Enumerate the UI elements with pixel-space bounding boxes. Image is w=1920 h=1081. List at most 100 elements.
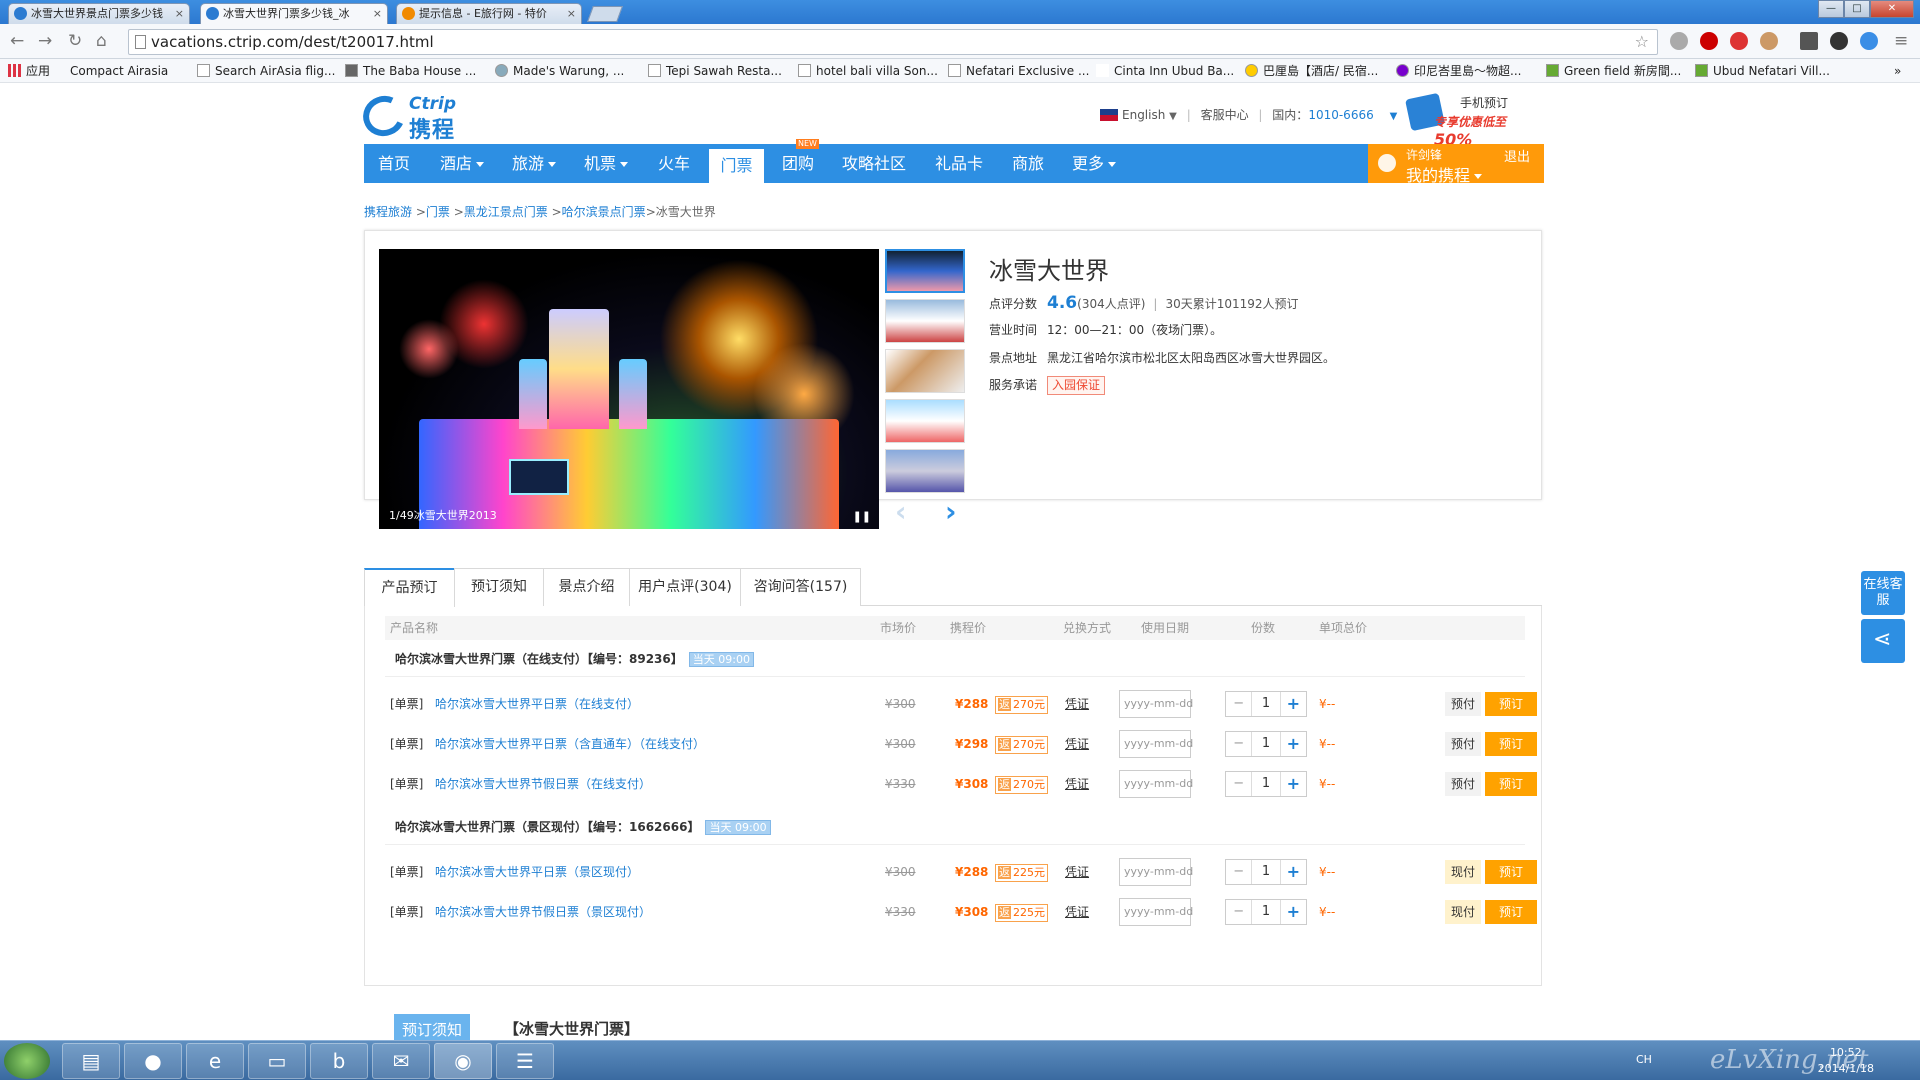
- minus-icon[interactable]: −: [1226, 860, 1251, 884]
- book-button[interactable]: 预订: [1485, 772, 1537, 796]
- language-selector[interactable]: English ▼: [1100, 108, 1177, 122]
- product-name-link[interactable]: 哈尔滨冰雪大世界节假日票（在线支付）: [435, 768, 651, 800]
- product-name-link[interactable]: 哈尔滨冰雪大世界平日票（在线支付）: [435, 688, 639, 720]
- more-bookmarks-icon[interactable]: »: [1894, 63, 1901, 79]
- bookmark-item[interactable]: 巴厘島【酒店/ 民宿...: [1245, 63, 1378, 79]
- bookmark-item[interactable]: Search AirAsia flig...: [197, 63, 335, 79]
- logout-link[interactable]: 退出: [1504, 146, 1530, 165]
- plus-icon[interactable]: +: [1281, 692, 1306, 716]
- online-service-button[interactable]: 在线客服: [1861, 571, 1905, 615]
- clock[interactable]: 10:52 2014/1/18: [1818, 1045, 1874, 1077]
- date-input[interactable]: yyyy-mm-dd: [1119, 858, 1193, 886]
- tab-intro[interactable]: 景点介绍: [543, 568, 630, 606]
- app-icon[interactable]: ▭: [248, 1043, 306, 1079]
- voucher-link[interactable]: 凭证: [1065, 768, 1089, 800]
- nav-more[interactable]: 更多: [1072, 144, 1117, 183]
- browser-tab[interactable]: 提示信息 - E旅行网 - 特价 ×: [396, 3, 582, 24]
- forward-icon[interactable]: →: [38, 32, 52, 50]
- minus-icon[interactable]: −: [1226, 772, 1251, 796]
- review-count-link[interactable]: (304人点评): [1077, 297, 1145, 311]
- nav-community[interactable]: 攻略社区: [842, 144, 906, 183]
- close-tab-icon[interactable]: ×: [175, 4, 184, 23]
- bookmark-star-icon[interactable]: ☆: [1635, 30, 1649, 54]
- app-icon[interactable]: ✉: [372, 1043, 430, 1079]
- breadcrumb-link[interactable]: 门票: [426, 205, 450, 219]
- start-button[interactable]: [4, 1043, 50, 1079]
- minus-icon[interactable]: −: [1226, 692, 1251, 716]
- nav-flights[interactable]: 机票: [584, 144, 629, 183]
- plus-icon[interactable]: +: [1281, 732, 1306, 756]
- bookmark-apps[interactable]: 应用: [8, 63, 50, 79]
- minus-icon[interactable]: −: [1226, 900, 1251, 924]
- product-name-link[interactable]: 哈尔滨冰雪大世界节假日票（景区现付）: [435, 896, 651, 928]
- bookmark-item[interactable]: Tepi Sawah Resta...: [648, 63, 782, 79]
- address-bar[interactable]: vacations.ctrip.com/dest/t20017.html ☆: [128, 29, 1658, 55]
- date-input[interactable]: yyyy-mm-dd: [1119, 730, 1193, 758]
- minus-icon[interactable]: −: [1226, 732, 1251, 756]
- nav-train[interactable]: 火车: [658, 144, 690, 183]
- voucher-link[interactable]: 凭证: [1065, 896, 1089, 928]
- breadcrumb-link[interactable]: 携程旅游: [364, 205, 412, 219]
- home-icon[interactable]: ⌂: [96, 32, 107, 50]
- voucher-link[interactable]: 凭证: [1065, 728, 1089, 760]
- chevron-down-icon[interactable]: ▼: [1390, 111, 1398, 122]
- browser-tab-active[interactable]: 冰雪大世界门票多少钱_冰 ×: [200, 3, 388, 24]
- plus-icon[interactable]: +: [1281, 860, 1306, 884]
- share-button[interactable]: ⋖: [1861, 619, 1905, 663]
- bookmark-item[interactable]: Compact Airasia: [70, 63, 168, 79]
- tab-qa[interactable]: 咨询问答(157): [740, 568, 861, 606]
- app-icon[interactable]: ●: [124, 1043, 182, 1079]
- pause-icon[interactable]: ❚❚: [853, 510, 871, 523]
- close-window-button[interactable]: ✕: [1870, 0, 1914, 18]
- product-name-link[interactable]: 哈尔滨冰雪大世界平日票（含直通车）（在线支付）: [435, 728, 705, 760]
- notice-section-tab[interactable]: 预订须知: [394, 1014, 470, 1040]
- book-button[interactable]: 预订: [1485, 732, 1537, 756]
- nav-home[interactable]: 首页: [378, 144, 410, 183]
- bookmark-item[interactable]: Made's Warung, ...: [495, 63, 624, 79]
- date-input[interactable]: yyyy-mm-dd: [1119, 690, 1193, 718]
- extension-icon[interactable]: [1860, 32, 1878, 50]
- ie-icon[interactable]: e: [186, 1043, 244, 1079]
- breadcrumb-link[interactable]: 哈尔滨景点门票: [562, 205, 646, 219]
- minimize-button[interactable]: —: [1818, 0, 1844, 18]
- bookmark-item[interactable]: Nefatari Exclusive ...: [948, 63, 1089, 79]
- entry-guarantee-badge[interactable]: 入园保证: [1047, 376, 1106, 395]
- mobile-booking-promo[interactable]: 手机预订 专享优惠低至50%: [1405, 92, 1540, 149]
- reload-icon[interactable]: ↻: [68, 32, 82, 50]
- maximize-button[interactable]: □: [1844, 0, 1870, 18]
- tab-notice[interactable]: 预订须知: [454, 568, 544, 606]
- app-icon[interactable]: b: [310, 1043, 368, 1079]
- date-input[interactable]: yyyy-mm-dd: [1119, 898, 1193, 926]
- new-tab-button[interactable]: [587, 6, 623, 22]
- chrome-icon[interactable]: ◉: [434, 1043, 492, 1079]
- browser-tab[interactable]: 冰雪大世界景点门票多少钱 ×: [8, 3, 190, 24]
- explorer-icon[interactable]: ▤: [62, 1043, 120, 1079]
- bookmark-item[interactable]: hotel bali villa Son...: [798, 63, 938, 79]
- plus-icon[interactable]: +: [1281, 900, 1306, 924]
- photo-thumbnail[interactable]: [885, 299, 965, 343]
- plus-icon[interactable]: +: [1281, 772, 1306, 796]
- extension-icon[interactable]: [1700, 32, 1718, 50]
- bookmark-item[interactable]: 印尼峇里島～物超...: [1396, 63, 1521, 79]
- service-center-link[interactable]: 客服中心: [1201, 108, 1249, 122]
- next-photo-icon[interactable]: ›: [945, 495, 957, 528]
- bookmark-item[interactable]: Green field 新房間...: [1546, 63, 1681, 79]
- breadcrumb-link[interactable]: 黑龙江景点门票: [464, 205, 548, 219]
- nav-travel[interactable]: 旅游: [512, 144, 557, 183]
- photo-thumbnail[interactable]: [885, 349, 965, 393]
- bookmark-item[interactable]: Ubud Nefatari Vill...: [1695, 63, 1830, 79]
- nav-gift-card[interactable]: 礼品卡: [935, 144, 983, 183]
- book-button[interactable]: 预订: [1485, 860, 1537, 884]
- voucher-link[interactable]: 凭证: [1065, 856, 1089, 888]
- extension-icon[interactable]: [1730, 32, 1748, 50]
- extension-icon[interactable]: [1800, 32, 1818, 50]
- photo-thumbnail[interactable]: [885, 449, 965, 493]
- book-button[interactable]: 预订: [1485, 692, 1537, 716]
- tab-reviews[interactable]: 用户点评(304): [629, 568, 741, 606]
- book-button[interactable]: 预订: [1485, 900, 1537, 924]
- bookmark-item[interactable]: Cinta Inn Ubud Ba...: [1096, 63, 1234, 79]
- extension-icon[interactable]: [1760, 32, 1778, 50]
- photo-thumbnail[interactable]: [885, 249, 965, 293]
- extension-icon[interactable]: [1670, 32, 1688, 50]
- back-icon[interactable]: ←: [10, 32, 24, 50]
